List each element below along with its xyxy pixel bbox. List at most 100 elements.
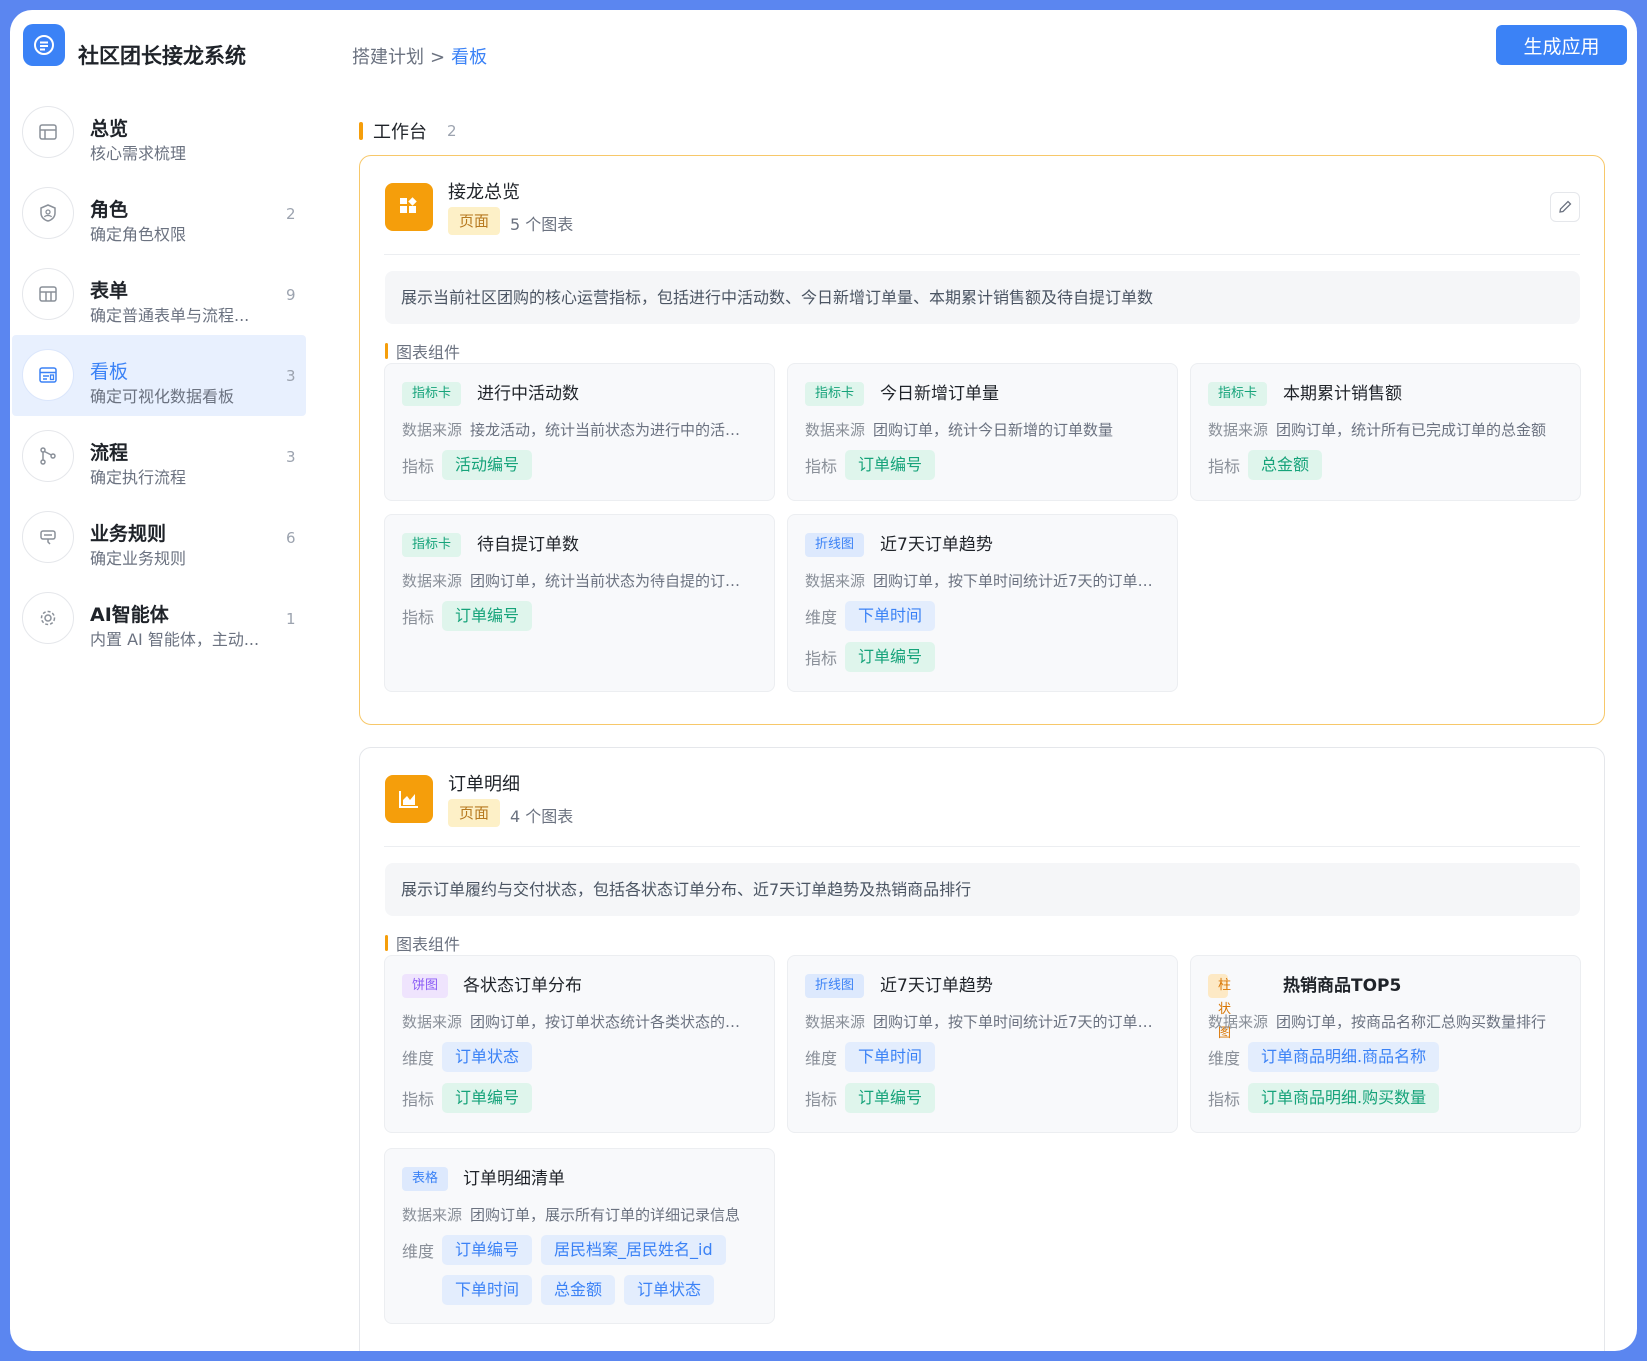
section-accent-bar [359,122,363,140]
sidebar-item-subtitle: 核心需求梳理 [90,144,187,163]
generate-app-button[interactable]: 生成应用 [1496,25,1627,65]
dimension-label: 维度 [402,1049,435,1068]
components-title: 图表组件 [396,935,461,954]
breadcrumb-current: 看板 [451,47,488,68]
chart-card[interactable]: 饼图 各状态订单分布 数据来源 团购订单，按订单状态统计各类状态的订单数量 维度 … [384,955,775,1133]
source-text: 团购订单，按下单时间统计近7天的订单数量 [873,572,1157,590]
dimension-chip: 订单商品明细.商品名称 [1248,1042,1440,1072]
gear-icon [22,592,74,644]
source-text: 接龙活动，统计当前状态为进行中的活动数量 [470,421,754,439]
source-label: 数据来源 [1208,421,1269,439]
sidebar-item-title: 总览 [90,118,129,140]
app-window: 社区团长接龙系统 搭建计划 > 看板 生成应用 总览 核心需求梳理 角色 确定角色权… [10,10,1637,1351]
sidebar-item-business-rules[interactable]: 业务规则 确定业务规则 6 [10,497,306,578]
metric-label: 指标 [805,1090,838,1109]
chart-card[interactable]: 指标卡 待自提订单数 数据来源 团购订单，统计当前状态为待自提的订单数量 指标 订… [384,514,775,692]
sidebar-item-subtitle: 内置 AI 智能体，主动... [90,630,260,649]
chart-type-badge: 折线图 [805,533,865,557]
chart-card[interactable]: 表格 订单明细清单 数据来源 团购订单，展示所有订单的详细记录信息 维度 订单编号… [384,1148,775,1324]
edit-button[interactable] [1550,192,1580,222]
chart-type-badge: 指标卡 [402,382,462,406]
page-card[interactable]: 接龙总览 页面 5 个图表 展示当前社区团购的核心运营指标，包括进行中活动数、今… [359,155,1605,725]
sidebar-item-title: AI智能体 [90,604,169,626]
chart-card[interactable]: 指标卡 今日新增订单量 数据来源 团购订单，统计今日新增的订单数量 指标 订单编号 [787,363,1178,501]
sidebar-item-subtitle: 确定角色权限 [90,225,187,244]
dimension-label: 维度 [1208,1049,1241,1068]
page-chart-count: 4 个图表 [510,807,574,826]
metric-chip: 订单编号 [845,450,936,480]
source-label: 数据来源 [402,572,463,590]
chart-card[interactable]: 柱状图 热销商品TOP5 数据来源 团购订单，按商品名称汇总购买数量排行 维度 订… [1190,955,1581,1133]
source-label: 数据来源 [805,1013,866,1031]
sidebar: 总览 核心需求梳理 角色 确定角色权限 2 表单 确定普通表单与流程... 9 … [10,92,306,659]
sidebar-item-dashboard[interactable]: 看板 确定可视化数据看板 3 [12,335,306,416]
page-chart-count: 5 个图表 [510,215,574,234]
source-text: 团购订单，按订单状态统计各类状态的订单数量 [470,1013,754,1031]
sidebar-item-count: 3 [286,448,296,466]
source-text: 团购订单，统计今日新增的订单数量 [873,421,1114,439]
sidebar-item-subtitle: 确定执行流程 [90,468,187,487]
source-label: 数据来源 [402,1013,463,1031]
source-label: 数据来源 [1208,1013,1269,1031]
components-header: 图表组件 [385,339,460,363]
sidebar-item-roles[interactable]: 角色 确定角色权限 2 [10,173,306,254]
page-name: 订单明细 [448,774,520,795]
section-count: 2 [447,122,457,140]
chart-type-badge: 指标卡 [402,533,462,557]
section-header: 工作台 2 [359,118,457,144]
chart-name: 近7天订单趋势 [880,535,993,555]
sidebar-item-overview[interactable]: 总览 核心需求梳理 [10,92,306,173]
source-text: 团购订单，统计当前状态为待自提的订单数量 [470,572,754,590]
components-accent-bar [385,343,388,359]
sidebar-item-ai-agent[interactable]: AI智能体 内置 AI 智能体，主动... 1 [10,578,306,659]
chart-card[interactable]: 折线图 近7天订单趋势 数据来源 团购订单，按下单时间统计近7天的订单数量 维度 … [787,514,1178,692]
metric-label: 指标 [402,608,435,627]
shield-icon [22,187,74,239]
components-title: 图表组件 [396,343,461,362]
divider [384,254,1580,255]
dimension-row-continued: 下单时间 总金额 订单状态 [442,1275,723,1305]
metric-chip: 订单编号 [442,601,533,631]
sidebar-item-count: 9 [286,286,296,304]
chart-card[interactable]: 指标卡 本期累计销售额 数据来源 团购订单，统计所有已完成订单的总金额 指标 总金… [1190,363,1581,501]
chart-source: 数据来源 团购订单，统计今日新增的订单数量 [805,419,1157,440]
source-label: 数据来源 [805,421,866,439]
chart-source: 数据来源 接龙活动，统计当前状态为进行中的活动数量 [402,419,754,440]
dimension-chip: 订单状态 [442,1042,533,1072]
sidebar-item-forms[interactable]: 表单 确定普通表单与流程... 9 [10,254,306,335]
chart-name: 热销商品TOP5 [1283,976,1402,996]
chart-source: 数据来源 团购订单，按订单状态统计各类状态的订单数量 [402,1011,754,1032]
sidebar-item-count: 3 [286,367,296,385]
metric-row: 指标 订单编号 [805,450,944,480]
chart-name: 本期累计销售额 [1283,384,1402,404]
metric-chip: 活动编号 [442,450,533,480]
breadcrumb-parent[interactable]: 搭建计划 [352,47,424,68]
metric-label: 指标 [805,649,838,668]
chart-card[interactable]: 指标卡 进行中活动数 数据来源 接龙活动，统计当前状态为进行中的活动数量 指标 活… [384,363,775,501]
source-label: 数据来源 [805,572,866,590]
dimension-chip: 下单时间 [442,1275,533,1305]
section-title: 工作台 [373,122,427,143]
chart-source: 数据来源 团购订单，展示所有订单的详细记录信息 [402,1204,754,1225]
metric-chip: 总金额 [1248,450,1323,480]
page-name: 接龙总览 [448,182,520,203]
page-card[interactable]: 订单明细 页面 4 个图表 展示订单履约与交付状态，包括各状态订单分布、近7天订… [359,747,1605,1351]
source-text: 团购订单，按商品名称汇总购买数量排行 [1276,1013,1547,1031]
metric-row: 指标 订单编号 [402,1083,541,1113]
source-text: 团购订单，按下单时间统计近7天的订单数量 [873,1013,1157,1031]
chart-type-badge: 饼图 [402,974,449,998]
chart-source: 数据来源 团购订单，按下单时间统计近7天的订单数量 [805,1011,1157,1032]
app-logo-icon [23,24,65,66]
dimension-label: 维度 [805,1049,838,1068]
dimension-chip: 订单状态 [624,1275,715,1305]
dimension-chip: 下单时间 [845,1042,936,1072]
sidebar-item-subtitle: 确定普通表单与流程... [90,306,250,325]
form-icon [22,268,74,320]
sidebar-item-process[interactable]: 流程 确定执行流程 3 [10,416,306,497]
chart-card[interactable]: 折线图 近7天订单趋势 数据来源 团购订单，按下单时间统计近7天的订单数量 维度 … [787,955,1178,1133]
table-icon [22,106,74,158]
components-accent-bar [385,935,388,951]
source-label: 数据来源 [402,1206,463,1224]
metric-row: 指标 订单编号 [805,1083,944,1113]
chart-name: 近7天订单趋势 [880,976,993,996]
